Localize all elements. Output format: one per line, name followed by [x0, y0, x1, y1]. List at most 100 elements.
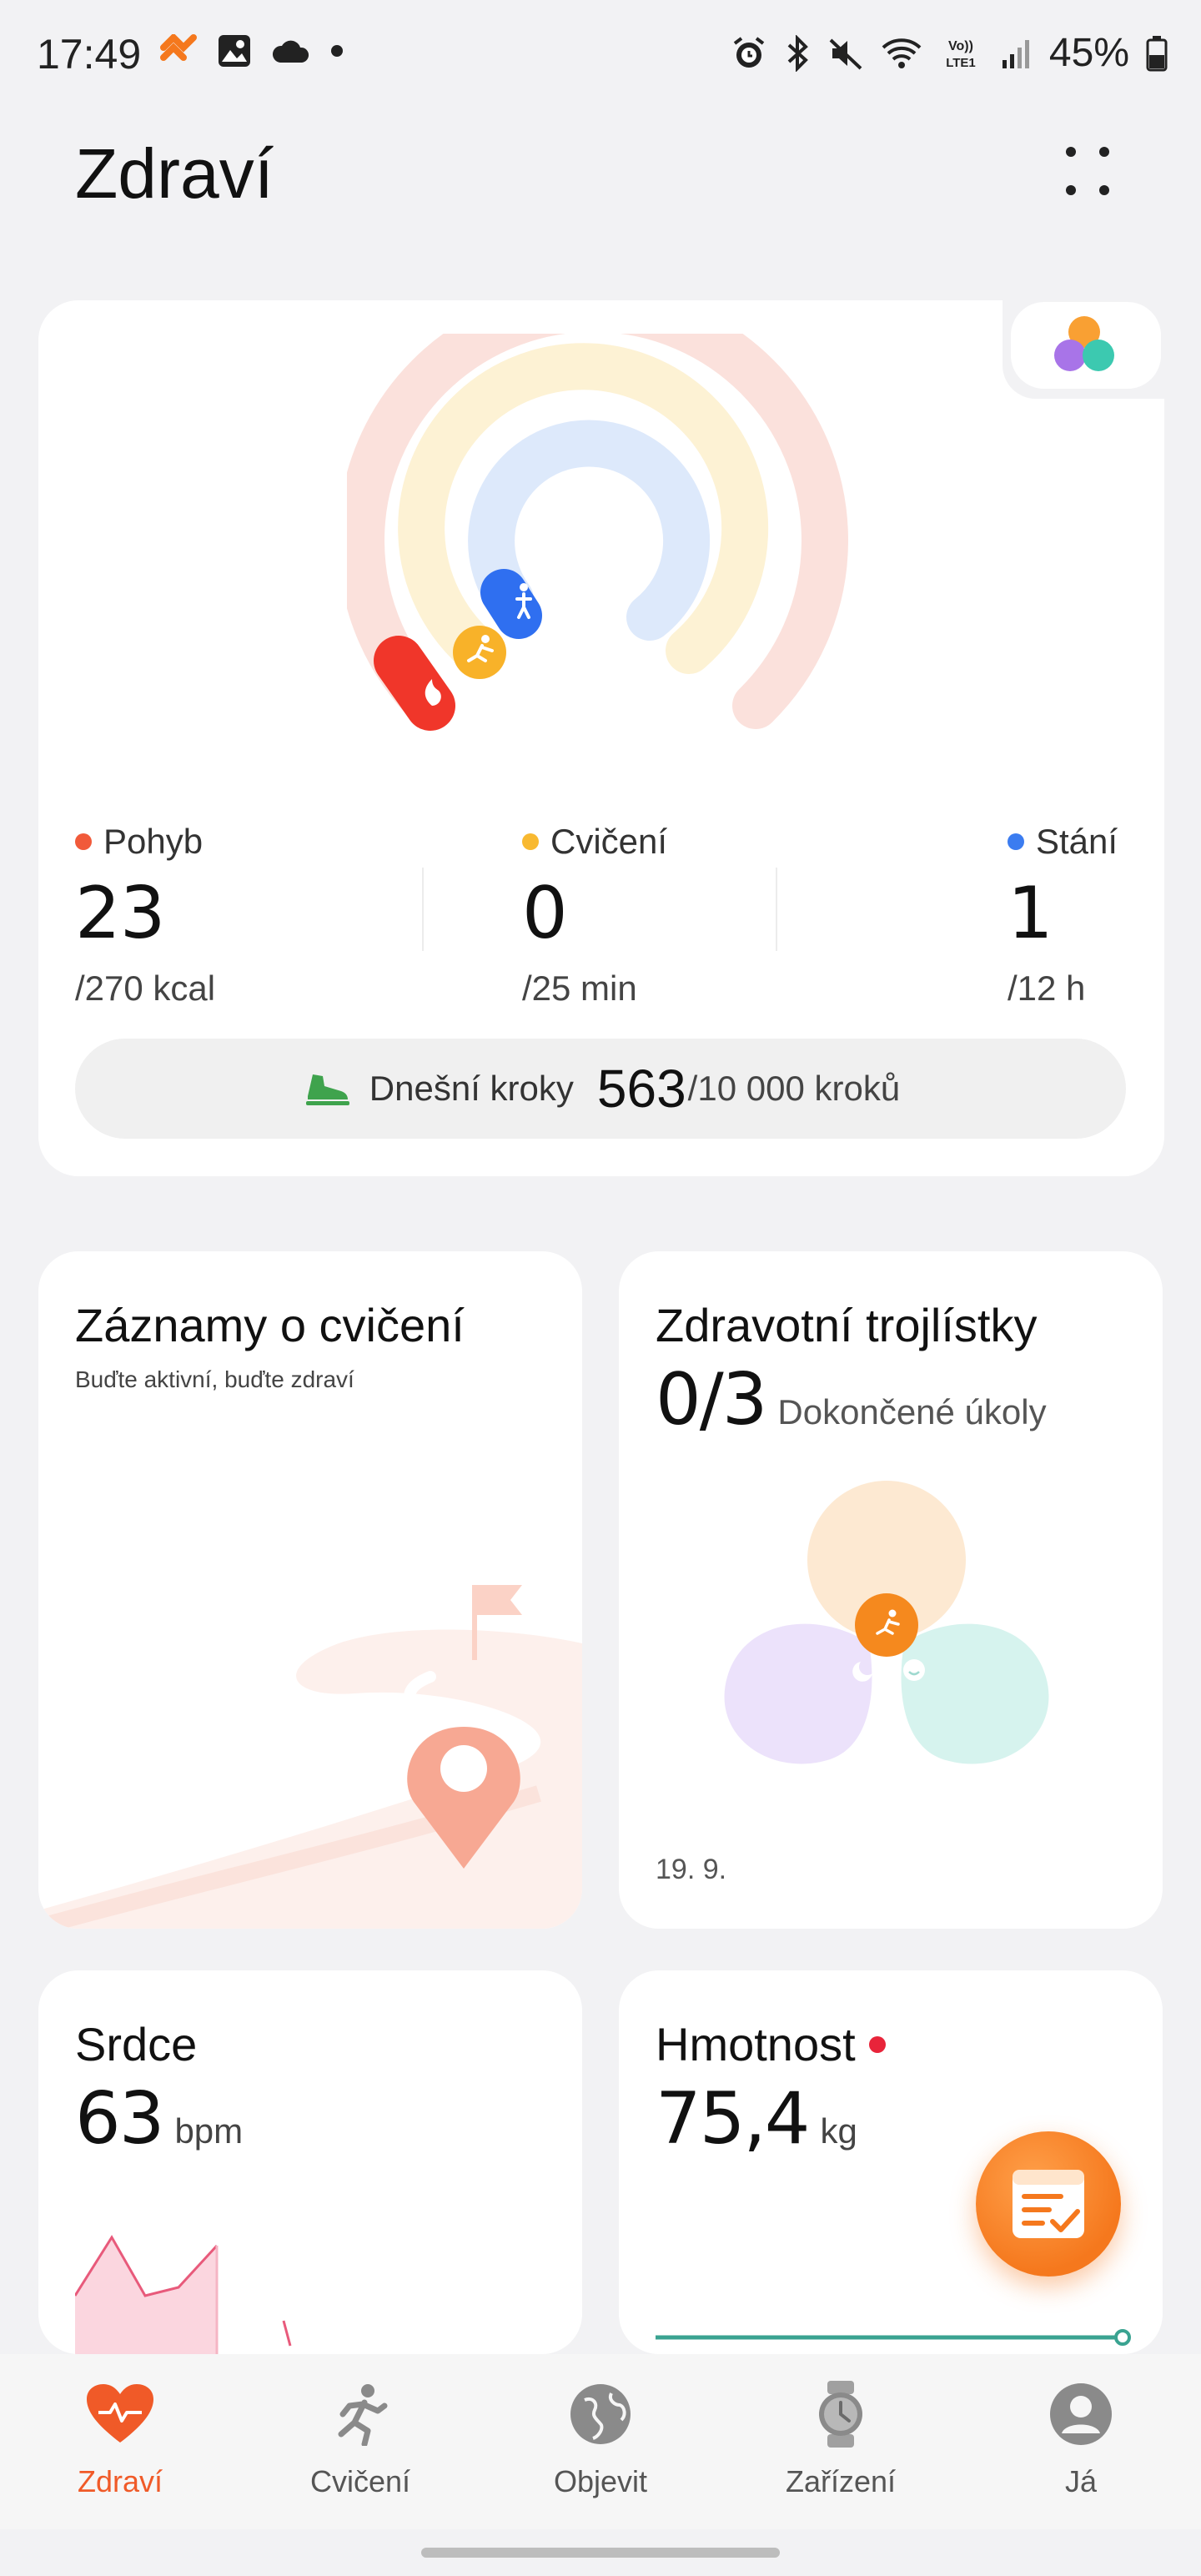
dot-icon [331, 45, 343, 57]
stand-value: 1 [1008, 872, 1053, 955]
move-label: Pohyb [103, 822, 204, 861]
weight-value: 75,4 [656, 2077, 810, 2161]
clover-shortcut-button[interactable] [1011, 302, 1161, 389]
mood-leaf [901, 1623, 1049, 1764]
exercise-target: /25 min [522, 969, 637, 1008]
weight-reading: 75,4 kg [656, 2077, 857, 2161]
exercise-value: 0 [522, 872, 568, 955]
clover-chart [724, 1481, 1049, 1764]
weight-unit: kg [820, 2111, 857, 2151]
clovers-value: 0/3 [656, 1358, 767, 1441]
bottom-navigation: Zdraví Cvičení Objevit Zařízení Já [0, 2354, 1201, 2529]
weight-title: Hmotnost [656, 2018, 856, 2070]
globe-icon [570, 2384, 631, 2444]
stand-dot-icon [1008, 833, 1024, 850]
activity-rings-card[interactable]: Pohyb 23 /270 kcal Cvičení 0 /25 min Stá… [38, 295, 1169, 1176]
heart-reading: 63 bpm [75, 2077, 243, 2161]
shoe-icon [305, 1074, 349, 1105]
steps-value: 563 [596, 1059, 686, 1119]
notes-check-icon [1013, 2170, 1084, 2238]
exercise-dot-icon [522, 833, 539, 850]
more-options-button[interactable] [1058, 142, 1124, 200]
heart-rate-sparkline [75, 2235, 292, 2354]
health-clovers-card[interactable]: Zdravotní trojlístky 0/3 Dokončené úkoly… [619, 1251, 1163, 1929]
clovers-date: 19. 9. [656, 1854, 727, 1885]
notification-dot-icon [868, 2035, 886, 2053]
bluetooth-icon [787, 34, 808, 72]
huawei-health-icon [160, 34, 197, 61]
nav-label-objevit: Objevit [553, 2464, 648, 2498]
stand-label: Stání [1036, 822, 1118, 861]
move-dot-icon [75, 833, 92, 850]
clover-logo-icon [1054, 316, 1114, 371]
alarm-icon [733, 36, 765, 68]
nav-item-zdravi[interactable]: Zdraví [37, 2379, 204, 2499]
move-stat: Pohyb 23 /270 kcal [75, 822, 215, 1009]
nav-item-cviceni[interactable]: Cvičení [277, 2379, 444, 2499]
steps-bar[interactable]: Dnešní kroky 563/10 000 kroků [75, 1039, 1126, 1139]
status-bar: 17:49 Vo)) LTE1 45% [0, 0, 1201, 108]
runner-icon [338, 2384, 388, 2446]
route-illustration [38, 1585, 582, 1929]
wifi-icon [882, 38, 922, 68]
svg-text:Vo)): Vo)) [948, 39, 973, 53]
watch-icon [819, 2381, 862, 2448]
more-dot-icon [1066, 185, 1076, 195]
record-data-fab-button[interactable] [976, 2131, 1121, 2277]
nav-item-zarizeni[interactable]: Zařízení [757, 2379, 924, 2499]
heart-title: Srdce [75, 2018, 198, 2070]
steps-target: /10 000 kroků [687, 1069, 901, 1108]
heart-icon [87, 2384, 153, 2443]
battery-icon [1146, 35, 1168, 71]
clovers-label: Dokončené úkoly [777, 1392, 1047, 1431]
health-clovers-title: Zdravotní trojlístky [656, 1299, 1038, 1351]
nav-label-zarizeni: Zařízení [785, 2464, 897, 2498]
flag-pole [472, 1585, 477, 1660]
battery-percent: 45% [1048, 31, 1129, 75]
clovers-progress: 0/3 Dokončené úkoly [656, 1358, 1047, 1441]
exercise-records-subtitle: Buďte aktivní, buďte zdraví [75, 1366, 354, 1392]
move-ring-progress [374, 636, 455, 731]
stat-divider [776, 868, 777, 951]
mute-icon [829, 38, 862, 69]
page-title: Zdraví [75, 134, 274, 213]
status-right-icons: Vo)) LTE1 45% [731, 30, 1168, 76]
gallery-icon [219, 35, 250, 67]
profile-icon [1050, 2383, 1112, 2445]
sleep-leaf [724, 1623, 872, 1764]
nav-label-cviceni: Cvičení [309, 2464, 411, 2498]
volte-icon: Vo)) LTE1 [946, 39, 976, 70]
exercise-stat: Cvičení 0 /25 min [522, 822, 667, 1009]
status-time: 17:49 [37, 31, 142, 78]
nav-label-ja: Já [1064, 2464, 1098, 2498]
stat-divider [422, 868, 424, 951]
nav-label-zdravi: Zdraví [77, 2464, 163, 2498]
weight-trend-line [656, 2329, 1131, 2346]
stand-ring-progress [480, 569, 542, 639]
heart-value: 63 [75, 2077, 164, 2161]
nav-item-objevit[interactable]: Objevit [517, 2379, 684, 2499]
exercise-records-title: Záznamy o cvičení [75, 1299, 465, 1351]
exercise-records-card[interactable]: Záznamy o cvičení Buďte aktivní, buďte z… [38, 1251, 582, 1929]
exercise-label: Cvičení [550, 822, 668, 861]
svg-text:LTE1: LTE1 [946, 56, 976, 70]
move-value: 23 [75, 872, 165, 955]
heart-card[interactable]: Srdce 63 bpm [38, 1970, 582, 2354]
more-dot-icon [1066, 147, 1076, 157]
activity-rings [347, 334, 848, 731]
weight-header: Hmotnost [656, 2017, 886, 2071]
stand-stat: Stání 1 /12 h [1008, 822, 1118, 1009]
nav-item-ja[interactable]: Já [997, 2379, 1164, 2499]
weather-icon [272, 40, 309, 63]
flag-icon [477, 1585, 522, 1615]
steps-label: Dnešní kroky [369, 1069, 574, 1108]
stand-target: /12 h [1008, 969, 1086, 1008]
status-left-icons [158, 33, 344, 68]
smile-small-icon [903, 1659, 925, 1681]
more-dot-icon [1099, 147, 1109, 157]
more-dot-icon [1099, 185, 1109, 195]
move-target: /270 kcal [75, 969, 216, 1008]
home-indicator[interactable] [421, 2548, 780, 2558]
signal-icon [1002, 39, 1029, 68]
heart-unit: bpm [174, 2111, 244, 2151]
